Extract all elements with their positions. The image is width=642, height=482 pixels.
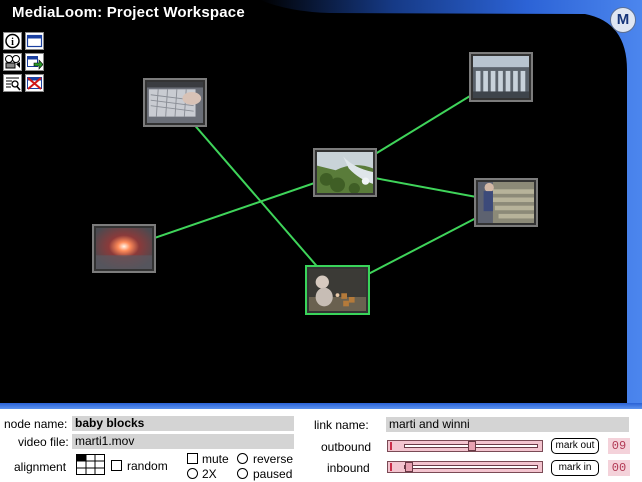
video-node-building[interactable] bbox=[469, 52, 533, 102]
speed-2x-label: 2X bbox=[202, 467, 217, 481]
node-name-field[interactable]: baby blocks bbox=[72, 416, 294, 431]
inbound-label: inbound bbox=[327, 461, 370, 475]
inbound-slider-thumb[interactable] bbox=[405, 462, 413, 472]
video-node-grass[interactable] bbox=[313, 148, 377, 197]
random-label: random bbox=[127, 459, 168, 473]
link-name-field[interactable]: marti and winni bbox=[386, 417, 629, 432]
video-thumbnail bbox=[317, 152, 373, 194]
outbound-slider-thumb[interactable] bbox=[468, 441, 476, 451]
video-node-stairs[interactable] bbox=[474, 178, 538, 227]
inbound-start-marker bbox=[390, 463, 396, 471]
video-thumbnail bbox=[473, 56, 529, 98]
mark-out-button[interactable]: mark out bbox=[551, 438, 599, 454]
mark-in-button[interactable]: mark in bbox=[551, 460, 599, 476]
node-name-label: node name: bbox=[4, 417, 68, 431]
mute-checkbox[interactable] bbox=[187, 453, 198, 464]
random-checkbox[interactable] bbox=[111, 460, 122, 471]
speed-2x-radio[interactable] bbox=[187, 468, 198, 479]
paused-label: paused bbox=[253, 467, 293, 481]
video-node-baby-blocks[interactable] bbox=[305, 265, 370, 315]
link-name-label: link name: bbox=[314, 418, 369, 432]
link-grass-to-sunset[interactable] bbox=[123, 171, 346, 250]
outbound-slider[interactable] bbox=[387, 440, 543, 452]
reverse-radio[interactable] bbox=[237, 453, 248, 464]
reverse-label: reverse bbox=[253, 452, 294, 466]
paused-radio[interactable] bbox=[237, 468, 248, 479]
inbound-slider[interactable] bbox=[387, 461, 543, 473]
properties-panel: node name: baby blocks video file: marti… bbox=[0, 409, 642, 482]
alignment-label: alignment bbox=[14, 460, 67, 474]
outbound-counter: 09 bbox=[608, 438, 630, 454]
alignment-grid-icon[interactable] bbox=[76, 454, 105, 475]
video-thumbnail bbox=[96, 228, 152, 269]
video-node-sunset[interactable] bbox=[92, 224, 156, 273]
application-window: MediaLoom: Project Workspace M i node na… bbox=[0, 0, 642, 482]
video-thumbnail bbox=[147, 82, 203, 123]
mute-label: mute bbox=[202, 452, 229, 466]
video-thumbnail bbox=[309, 269, 366, 311]
video-thumbnail bbox=[478, 182, 534, 223]
video-file-label: video file: bbox=[18, 435, 69, 449]
outbound-start-marker bbox=[390, 442, 396, 450]
inbound-track bbox=[404, 465, 538, 469]
inbound-counter: 00 bbox=[608, 460, 630, 476]
video-file-field[interactable]: marti1.mov bbox=[72, 434, 294, 449]
link-graph bbox=[123, 76, 507, 291]
outbound-label: outbound bbox=[321, 440, 372, 454]
video-node-keyboard[interactable] bbox=[143, 78, 207, 127]
